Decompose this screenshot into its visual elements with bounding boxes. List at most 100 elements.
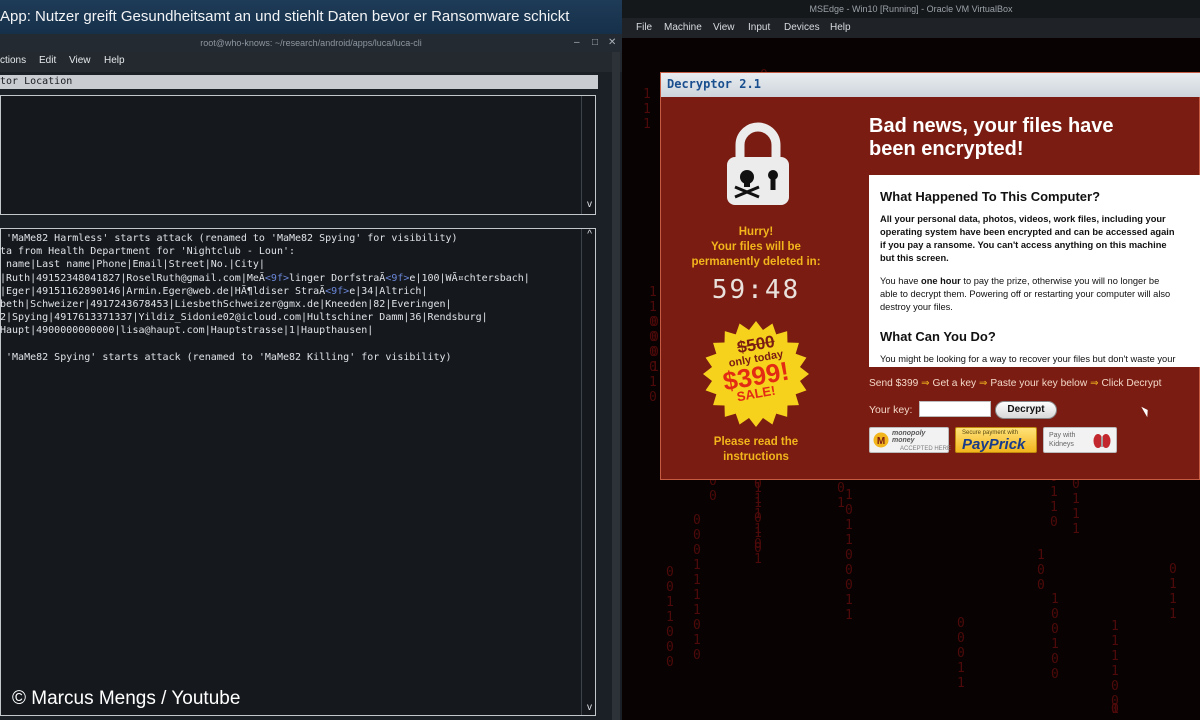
key-label: Your key:	[869, 404, 913, 416]
matrix-digit: 1	[693, 558, 701, 573]
vm-window: MSEdge - Win10 [Running] - Oracle VM Vir…	[622, 0, 1200, 720]
matrix-digit: 1	[1111, 649, 1119, 664]
window-close-icon[interactable]: ✕	[608, 34, 616, 52]
key-input[interactable]	[919, 401, 991, 417]
window-minimize-icon[interactable]: –	[574, 34, 580, 52]
terminal-text: beth|Schweizer|4917243678453|LiesbethSch…	[0, 298, 452, 310]
matrix-digit: 0	[693, 528, 701, 543]
matrix-digit: 0	[1169, 562, 1177, 577]
info-text: to pay the prize, otherwise you will no …	[960, 276, 1160, 286]
decryptor-title: Decryptor 2.1	[667, 77, 761, 91]
hex-byte-marker: <9f>	[264, 272, 289, 284]
matrix-digit: 1	[693, 573, 701, 588]
matrix-digit: 1	[643, 102, 651, 117]
vm-menu-bar: File Machine View Input Devices Help	[622, 18, 1200, 38]
matrix-digit: 1	[754, 507, 762, 522]
terminal-line: ta from Health Department for 'Nightclub…	[0, 245, 590, 258]
terminal-text: |Ruth|49152348041827|RoselRuth@gmail.com…	[0, 272, 265, 284]
hurry-warning: Hurry! Your files will be permanently de…	[671, 225, 841, 270]
info-paragraph: All your personal data, photos, videos, …	[880, 214, 1166, 224]
step: Click Decrypt	[1101, 378, 1162, 389]
matrix-digit: 0	[1051, 667, 1059, 682]
pay-with-kidneys-button[interactable]: Pay with Kidneys	[1043, 427, 1117, 453]
info-text-box[interactable]: What Happened To This Computer? All your…	[869, 175, 1200, 367]
menu-actions[interactable]: ctions	[0, 55, 26, 66]
vm-menu-input[interactable]: Input	[748, 22, 770, 33]
menu-edit[interactable]: Edit	[39, 55, 56, 66]
window-scrollbar[interactable]	[612, 52, 620, 720]
matrix-digit: 1	[643, 87, 651, 102]
step-arrow-icon: ⇒	[921, 378, 930, 389]
vm-menu-devices[interactable]: Devices	[784, 22, 820, 33]
matrix-digit: 1	[1072, 522, 1080, 537]
matrix-digit: 0	[666, 565, 674, 580]
matrix-digit: 0	[957, 631, 965, 646]
vm-menu-machine[interactable]: Machine	[664, 22, 702, 33]
decrypt-button[interactable]: Decrypt	[995, 401, 1057, 419]
vm-menu-file[interactable]: File	[636, 22, 652, 33]
mouse-cursor-icon	[1141, 404, 1151, 418]
matrix-digit: 1	[1051, 637, 1059, 652]
terminal-line: name|Last name|Phone|Email|Street|No.|Ci…	[0, 258, 590, 271]
matrix-digit: 1	[845, 608, 853, 623]
terminal-screen: App: Nutzer greift Gesundheitsamt an und…	[0, 0, 622, 720]
terminal-text: e|100|WÃ¤chtersbach|	[409, 272, 530, 284]
info-paragraph: You might be looking for a way to recove…	[880, 354, 1176, 364]
matrix-digit: 1	[1111, 619, 1119, 634]
matrix-digit: 1	[754, 492, 762, 507]
scroll-down-icon[interactable]: v	[587, 702, 592, 713]
matrix-digit: 1	[845, 488, 853, 503]
matrix-digit: 1	[1037, 548, 1045, 563]
vm-menu-view[interactable]: View	[713, 22, 735, 33]
matrix-digit: 0	[1037, 578, 1045, 593]
read-instructions-line: instructions	[723, 451, 789, 463]
matrix-digit: 1	[649, 375, 657, 390]
pay3-label: Pay with	[1049, 432, 1076, 439]
hurry-line: Your files will be	[711, 241, 801, 253]
location-bar: tor Location	[0, 75, 598, 89]
info-paragraph: destroy your files.	[880, 302, 953, 312]
lock-skull-icon	[727, 122, 789, 205]
terminal-line: 2|Spying|4917613371337|Yildiz_Sidonie02@…	[0, 311, 590, 324]
scroll-down-icon[interactable]: v	[587, 199, 592, 210]
read-instructions-link[interactable]: Please read the instructions	[671, 435, 841, 465]
terminal-title-bar: root@who-knows: ~/research/android/apps/…	[0, 34, 622, 52]
terminal-text: 'MaMe82 Harmless' starts attack (renamed…	[0, 233, 458, 244]
vm-menu-help[interactable]: Help	[830, 22, 851, 33]
pay2-label: PayPrick	[962, 436, 1026, 453]
matrix-digit: 0	[666, 625, 674, 640]
headline-bar: App: Nutzer greift Gesundheitsamt an und…	[0, 0, 622, 34]
step-arrow-icon: ⇒	[978, 378, 988, 389]
ransom-headline: Bad news, your files have been encrypted…	[869, 115, 1199, 161]
terminal-line: 'MaMe82 Harmless' starts attack (renamed…	[0, 232, 590, 245]
matrix-digit: 0	[693, 543, 701, 558]
menu-help[interactable]: Help	[104, 55, 125, 66]
article-headline: App: Nutzer greift Gesundheitsamt an und…	[0, 8, 570, 25]
info-paragraph: operating system have been encrypted and…	[880, 227, 1175, 237]
matrix-digit: 1	[693, 603, 701, 618]
matrix-digit: 1	[1111, 664, 1119, 679]
menu-view[interactable]: View	[69, 55, 91, 66]
matrix-digit: 1	[1072, 492, 1080, 507]
matrix-digit: 1	[845, 593, 853, 608]
pay1-caption: ACCEPTED HERE	[900, 446, 952, 452]
pay-payprick-button[interactable]: Secure payment with PayPrick	[955, 427, 1037, 453]
kidney-icon	[1093, 434, 1111, 448]
matrix-digit: 0	[845, 578, 853, 593]
terminal-text: linger DorfstraÃ	[289, 272, 386, 284]
monopoly-logo-icon: M	[873, 432, 889, 448]
pay-monopoly-money-button[interactable]: M monopoly money ACCEPTED HERE	[869, 427, 952, 453]
matrix-digit: 1	[693, 588, 701, 603]
matrix-digit: 1	[1169, 577, 1177, 592]
info-paragraph: able to decrypt them. Powering off or re…	[880, 289, 1171, 299]
matrix-digit: 0	[1051, 652, 1059, 667]
matrix-digit: 1	[1050, 500, 1058, 515]
upper-panel-scrollbar[interactable]	[581, 96, 595, 214]
terminal-menu-bar: ctions Edit View Help	[0, 52, 622, 72]
window-maximize-icon[interactable]: □	[592, 34, 598, 52]
matrix-digit: 1	[1050, 485, 1058, 500]
step: Paste your key below	[990, 378, 1088, 389]
terminal-line: |Eger|49151162890146|Armin.Eger@web.de|H…	[0, 285, 590, 298]
matrix-digit: 1	[666, 595, 674, 610]
terminal-text: 'MaMe82 Spying' starts attack (renamed t…	[0, 351, 452, 363]
